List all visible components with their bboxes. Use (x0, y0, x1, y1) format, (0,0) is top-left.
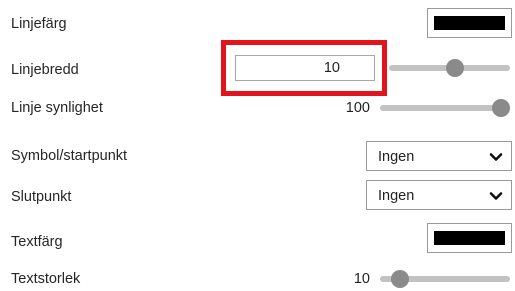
text-size-slider-thumb[interactable] (391, 270, 410, 288)
line-visibility-value: 100 (345, 100, 370, 116)
line-width-input[interactable]: 10 (235, 55, 375, 81)
chevron-down-icon (489, 192, 503, 200)
end-point-label: Slutpunkt (11, 189, 72, 205)
line-width-slider-thumb[interactable] (445, 59, 464, 77)
text-color-fill (434, 231, 505, 245)
line-visibility-label: Linje synlighet (11, 100, 103, 116)
line-visibility-slider-thumb[interactable] (492, 99, 510, 117)
end-point-select[interactable]: Ingen (366, 180, 512, 210)
line-color-fill (434, 16, 505, 30)
text-size-value: 10 (353, 271, 370, 287)
start-symbol-select[interactable]: Ingen (366, 141, 512, 171)
text-color-label: Textfärg (11, 234, 63, 250)
text-size-label: Textstorlek (11, 271, 81, 287)
end-point-selected: Ingen (378, 188, 415, 204)
text-color-swatch[interactable] (427, 223, 512, 253)
line-width-label: Linjebredd (11, 62, 79, 78)
start-symbol-selected: Ingen (378, 149, 415, 165)
line-color-swatch[interactable] (427, 8, 512, 38)
start-symbol-label: Symbol/startpunkt (11, 148, 128, 164)
line-color-label: Linjefärg (11, 16, 67, 32)
line-visibility-slider-track[interactable] (380, 105, 510, 111)
chevron-down-icon (489, 153, 503, 161)
